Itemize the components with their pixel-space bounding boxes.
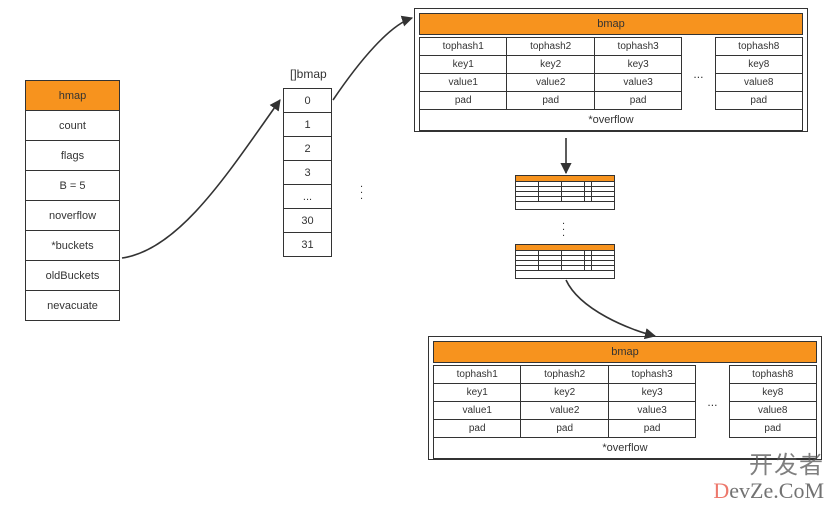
bmap-cell: pad — [521, 420, 608, 438]
bmap-cell: pad — [729, 420, 816, 438]
bmap-cell: tophash8 — [729, 366, 816, 384]
bmap-cell: value8 — [715, 74, 802, 92]
bmap-cell: value2 — [507, 74, 594, 92]
bucket-array: 0 1 2 3 ... 30 31 — [283, 88, 332, 257]
bmap-cell: tophash2 — [507, 38, 594, 56]
bmap-bottom-table: tophash1 tophash2 tophash3 ... tophash8 … — [433, 365, 817, 438]
bucket-array-label: []bmap — [290, 67, 327, 81]
mini-bmap-1 — [515, 175, 615, 210]
bmap-top-table: tophash1 tophash2 tophash3 ... tophash8 … — [419, 37, 803, 110]
bucket-table: 0 1 2 3 ... 30 31 — [283, 88, 332, 257]
bmap-cell: pad — [608, 420, 695, 438]
bmap-cell: value1 — [420, 74, 507, 92]
arrow-buckets-to-array — [122, 100, 280, 258]
bmap-top-header: bmap — [419, 13, 803, 35]
hmap-field: B = 5 — [26, 171, 120, 201]
bmap-cell: key3 — [594, 56, 681, 74]
bmap-cell: value3 — [594, 74, 681, 92]
watermark: 开发者 DevZe.CoM — [713, 454, 824, 502]
watermark-d: D — [713, 478, 729, 503]
bucket-cell: 0 — [284, 89, 332, 113]
bmap-cell: pad — [434, 420, 521, 438]
bmap-cell: pad — [420, 92, 507, 110]
bucket-cell: 3 — [284, 161, 332, 185]
bucket-cell: 31 — [284, 233, 332, 257]
hmap-header: hmap — [26, 81, 120, 111]
bmap-cell: key3 — [608, 384, 695, 402]
hmap-field-buckets: *buckets — [26, 231, 120, 261]
bmap-dots: ... — [696, 366, 729, 438]
bmap-bottom: bmap tophash1 tophash2 tophash3 ... toph… — [428, 336, 822, 460]
bmap-cell: value8 — [729, 402, 816, 420]
hmap-field: count — [26, 111, 120, 141]
bucket-cell: 2 — [284, 137, 332, 161]
hmap-field: flags — [26, 141, 120, 171]
bmap-top-overflow: *overflow — [419, 110, 803, 131]
bmap-cell: tophash3 — [608, 366, 695, 384]
bucket-cell: 30 — [284, 209, 332, 233]
bmap-cell: pad — [594, 92, 681, 110]
bmap-cell: tophash1 — [434, 366, 521, 384]
bmap-cell: key8 — [729, 384, 816, 402]
bmap-bottom-header: bmap — [433, 341, 817, 363]
hmap-field: nevacuate — [26, 291, 120, 321]
bmap-cell: key2 — [521, 384, 608, 402]
bmap-cell: tophash2 — [521, 366, 608, 384]
arrow-mini2-to-bmap-bottom — [566, 280, 655, 336]
bmap-cell: key8 — [715, 56, 802, 74]
hmap-field: noverflow — [26, 201, 120, 231]
bmap-cell: pad — [507, 92, 594, 110]
bucket-cell: ... — [284, 185, 332, 209]
mini-dots: . . . — [562, 215, 565, 233]
watermark-line1: 开发者 — [713, 454, 824, 479]
bmap-cell: key2 — [507, 56, 594, 74]
hmap-table: hmap count flags B = 5 noverflow *bucket… — [25, 80, 120, 321]
bmap-dots: ... — [682, 38, 715, 110]
bmap-cell: key1 — [434, 384, 521, 402]
watermark-rest: evZe.CoM — [729, 478, 824, 503]
bmap-cell: tophash8 — [715, 38, 802, 56]
bmap-cell: tophash1 — [420, 38, 507, 56]
hmap-struct: hmap count flags B = 5 noverflow *bucket… — [25, 80, 120, 321]
bmap-cell: key1 — [420, 56, 507, 74]
bmap-cell: value2 — [521, 402, 608, 420]
arrow-bucket0-to-bmap — [333, 18, 412, 100]
side-dots: . . . — [360, 178, 363, 196]
bucket-cell: 1 — [284, 113, 332, 137]
mini-bmap-2 — [515, 244, 615, 279]
bmap-top: bmap tophash1 tophash2 tophash3 ... toph… — [414, 8, 808, 132]
bmap-cell: value3 — [608, 402, 695, 420]
bmap-cell: tophash3 — [594, 38, 681, 56]
hmap-field: oldBuckets — [26, 261, 120, 291]
bmap-cell: pad — [715, 92, 802, 110]
bmap-cell: value1 — [434, 402, 521, 420]
